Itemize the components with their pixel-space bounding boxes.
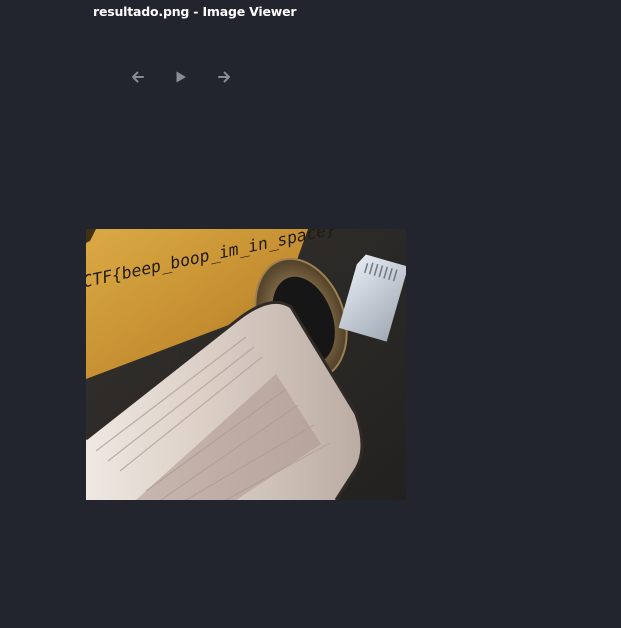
next-button[interactable] — [210, 64, 238, 90]
play-icon — [176, 71, 186, 83]
play-slideshow-button[interactable] — [167, 64, 195, 90]
previous-button[interactable] — [124, 64, 152, 90]
displayed-photo: CTF{beep_boop_im_in_space} — [86, 229, 406, 500]
window-title: resultado.png - Image Viewer — [93, 4, 297, 19]
viewer-toolbar — [124, 64, 238, 90]
image-display: CTF{beep_boop_im_in_space} — [86, 229, 406, 500]
arrow-left-icon — [132, 71, 144, 83]
arrow-right-icon — [218, 71, 230, 83]
